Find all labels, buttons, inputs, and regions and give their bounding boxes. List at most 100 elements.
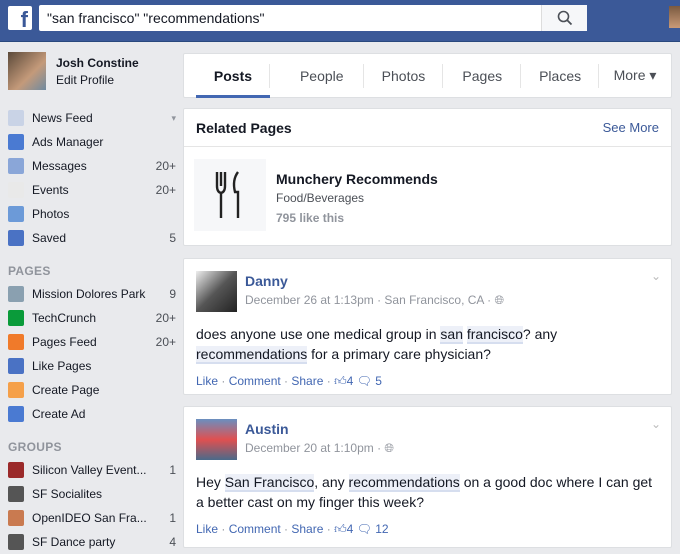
ads-manager-icon bbox=[8, 134, 24, 150]
avatar bbox=[8, 52, 46, 90]
comment-count-button[interactable]: 🗨︎ 12 bbox=[357, 522, 389, 536]
page-category: Food/Beverages bbox=[276, 191, 365, 205]
groups-heading[interactable]: GROUPS bbox=[8, 440, 176, 454]
edit-profile-link[interactable]: Edit Profile bbox=[56, 73, 139, 87]
sidebar-item-count: 4 bbox=[169, 535, 176, 549]
like-count-button[interactable]: 👍︎4 bbox=[334, 522, 353, 536]
post-text-segment: Hey bbox=[196, 474, 225, 490]
sidebar-item-label: SF Dance party bbox=[32, 535, 116, 549]
sidebar-item-messages[interactable]: Messages 20+ bbox=[8, 154, 176, 178]
post-options-chevron-icon[interactable]: ⌄ bbox=[651, 269, 661, 283]
page-likes: 795 like this bbox=[276, 211, 345, 225]
sidebar-item-count: 20+ bbox=[155, 311, 176, 325]
post-meta[interactable]: December 26 at 1:13pm · San Francisco, C… bbox=[245, 293, 494, 307]
sidebar-item-create-ad[interactable]: Create Ad bbox=[8, 402, 176, 426]
like-count: 4 bbox=[346, 522, 354, 536]
page-icon bbox=[8, 406, 24, 422]
share-link[interactable]: Share bbox=[291, 374, 323, 388]
highlighted-term: francisco bbox=[466, 326, 523, 344]
tab-photos[interactable]: Photos bbox=[364, 54, 444, 97]
sidebar-item-count: 1 bbox=[169, 463, 176, 477]
profile-link[interactable]: Josh Constine Edit Profile bbox=[8, 52, 176, 94]
tab-more[interactable]: More ▾ bbox=[599, 54, 671, 97]
separator: · bbox=[323, 522, 335, 536]
author-avatar[interactable] bbox=[196, 271, 237, 312]
facebook-logo[interactable]: f bbox=[8, 6, 32, 30]
sidebar-item-photos[interactable]: Photos bbox=[8, 202, 176, 226]
group-icon bbox=[8, 486, 24, 502]
tab-places[interactable]: Places bbox=[521, 54, 599, 97]
page-name-link[interactable]: Munchery Recommends bbox=[276, 171, 438, 187]
events-icon bbox=[8, 182, 24, 198]
pages-heading[interactable]: PAGES bbox=[8, 264, 176, 278]
profile-name[interactable]: Josh Constine bbox=[56, 56, 139, 70]
comment-link[interactable]: Comment bbox=[229, 374, 281, 388]
sidebar-item-count: 20+ bbox=[155, 183, 176, 197]
author-name[interactable]: Austin bbox=[245, 421, 394, 437]
separator: · bbox=[323, 374, 335, 388]
comment-count: 12 bbox=[375, 522, 389, 536]
sidebar-item-label: Pages Feed bbox=[32, 335, 97, 349]
sidebar-item-events[interactable]: Events 20+ bbox=[8, 178, 176, 202]
comment-count-button[interactable]: 🗨︎ 5 bbox=[357, 374, 382, 388]
post-text-segment: ? any bbox=[522, 326, 558, 342]
thumbs-up-icon: 👍︎ bbox=[334, 374, 347, 388]
left-sidebar: Josh Constine Edit Profile News Feed ▾ Ads … bbox=[8, 52, 176, 554]
sidebar-item-like-pages[interactable]: Like Pages bbox=[8, 354, 176, 378]
author-avatar[interactable] bbox=[196, 419, 237, 460]
separator: · bbox=[280, 374, 292, 388]
sidebar-item-saved[interactable]: Saved 5 bbox=[8, 226, 176, 250]
search-button[interactable] bbox=[541, 5, 587, 31]
sidebar-item-label: TechCrunch bbox=[32, 311, 97, 325]
fork-knife-icon[interactable] bbox=[194, 159, 266, 231]
post-text-segment: does anyone use one medical group in bbox=[196, 326, 441, 342]
sidebar-item-label: Events bbox=[32, 183, 69, 197]
search-input[interactable]: "san francisco" "recommendations" bbox=[39, 5, 587, 31]
post-text-segment: for a primary care physician? bbox=[307, 346, 491, 362]
sidebar-item-label: Create Ad bbox=[32, 407, 86, 421]
sidebar-item-mission-dolores-park[interactable]: Mission Dolores Park 9 bbox=[8, 282, 176, 306]
saved-icon bbox=[8, 230, 24, 246]
sidebar-item-news-feed[interactable]: News Feed ▾ bbox=[8, 106, 176, 130]
tab-pages[interactable]: Pages bbox=[443, 54, 522, 97]
tab-posts[interactable]: Posts bbox=[196, 54, 270, 98]
sidebar-item-label: OpenIDEO San Fra... bbox=[32, 511, 147, 525]
comment-bubble-icon: 🗨︎ bbox=[356, 374, 372, 388]
see-more-link[interactable]: See More bbox=[603, 120, 659, 135]
page-icon bbox=[8, 334, 24, 350]
comment-count: 5 bbox=[375, 374, 382, 388]
sidebar-item-sf-dance-party[interactable]: SF Dance party 4 bbox=[8, 530, 176, 554]
user-avatar[interactable] bbox=[669, 6, 680, 28]
highlighted-term: San Francisco bbox=[224, 474, 315, 492]
tab-people[interactable]: People bbox=[280, 54, 364, 97]
thumbs-up-icon: 👍︎ bbox=[334, 522, 347, 536]
post-card: ⌄ Austin December 20 at 1:10pm · 🌐︎ Hey … bbox=[183, 406, 672, 548]
post-options-chevron-icon[interactable]: ⌄ bbox=[651, 417, 661, 431]
sidebar-item-ads-manager[interactable]: Ads Manager bbox=[8, 130, 176, 154]
search-value: "san francisco" "recommendations" bbox=[47, 10, 265, 26]
related-pages-card: Related Pages See More Munchery Recommend… bbox=[183, 108, 672, 246]
page-icon bbox=[8, 382, 24, 398]
sidebar-item-techcrunch[interactable]: TechCrunch 20+ bbox=[8, 306, 176, 330]
globe-icon: 🌐︎ bbox=[384, 441, 395, 455]
sidebar-item-pages-feed[interactable]: Pages Feed 20+ bbox=[8, 330, 176, 354]
news-feed-options-icon[interactable]: ▾ bbox=[152, 113, 176, 124]
globe-icon: 🌐︎ bbox=[494, 293, 505, 307]
like-link[interactable]: Like bbox=[196, 374, 218, 388]
post-meta[interactable]: December 20 at 1:10pm · bbox=[245, 441, 384, 455]
post-text-segment: , any bbox=[314, 474, 349, 490]
news-feed-icon bbox=[8, 110, 24, 126]
sidebar-item-sf-socialites[interactable]: SF Socialites bbox=[8, 482, 176, 506]
highlighted-term: recommendations bbox=[196, 346, 308, 364]
sidebar-item-openideo-san-fra[interactable]: OpenIDEO San Fra... 1 bbox=[8, 506, 176, 530]
sidebar-item-create-page[interactable]: Create Page bbox=[8, 378, 176, 402]
page-icon bbox=[8, 310, 24, 326]
like-count-button[interactable]: 👍︎4 bbox=[334, 374, 353, 388]
sidebar-item-silicon-valley-event[interactable]: Silicon Valley Event... 1 bbox=[8, 458, 176, 482]
author-name[interactable]: Danny bbox=[245, 273, 504, 289]
comment-link[interactable]: Comment bbox=[229, 522, 281, 536]
like-link[interactable]: Like bbox=[196, 522, 218, 536]
sidebar-item-label: SF Socialites bbox=[32, 487, 103, 501]
page-icon bbox=[8, 358, 24, 374]
share-link[interactable]: Share bbox=[291, 522, 323, 536]
